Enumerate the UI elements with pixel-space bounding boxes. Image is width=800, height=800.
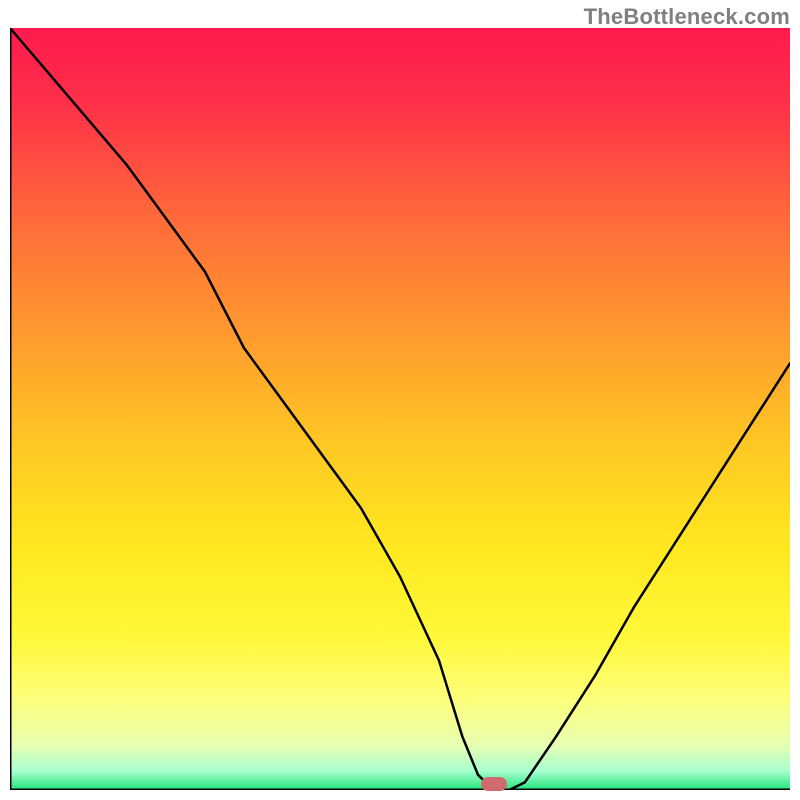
attribution-text: TheBottleneck.com — [584, 4, 790, 30]
chart-svg — [10, 28, 790, 790]
chart-background-gradient — [10, 28, 790, 790]
optimal-marker — [481, 777, 507, 791]
chart-plot-area — [10, 28, 790, 790]
